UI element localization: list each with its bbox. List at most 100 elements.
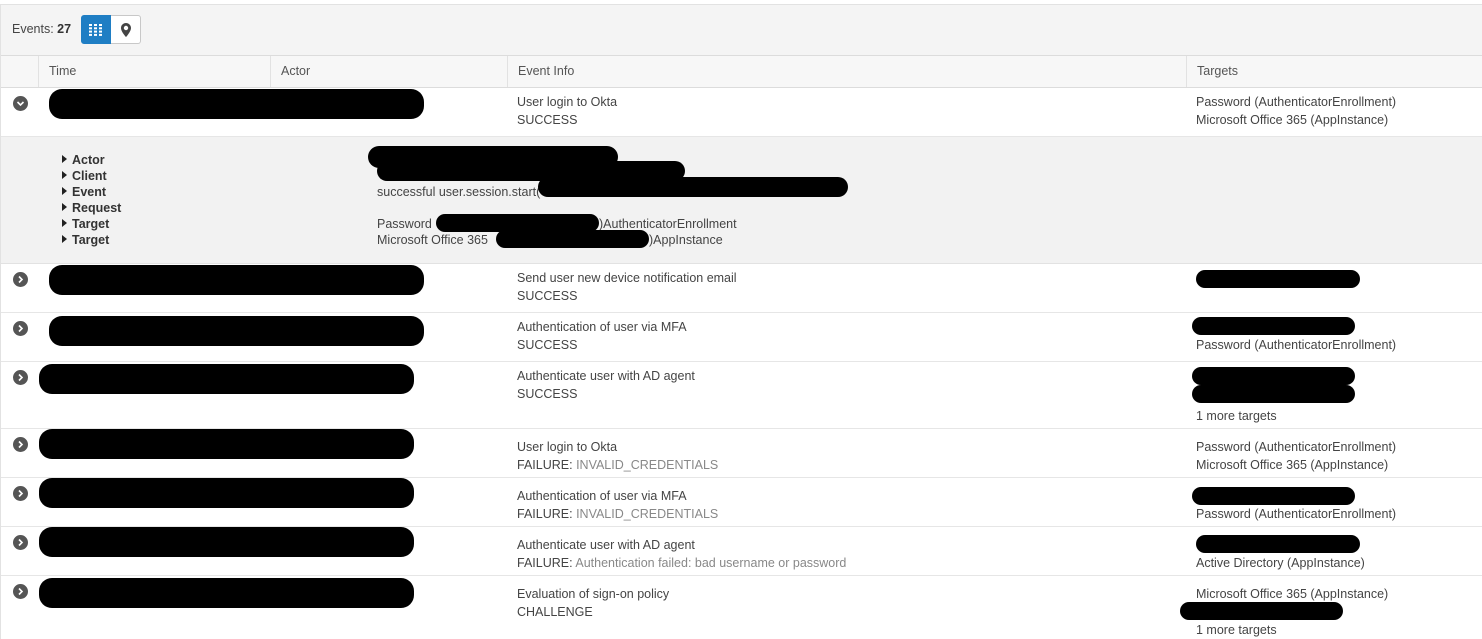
events-count-label: Events: <box>12 22 54 36</box>
event-name: User login to Okta <box>517 95 618 109</box>
caret-right-icon <box>62 171 67 179</box>
column-header-targets[interactable]: Targets <box>1186 56 1482 87</box>
event-outcome: SUCCESS <box>517 387 578 401</box>
target-item: Microsoft Office 365 (AppInstance) <box>1196 113 1389 127</box>
detail-key-label: Target <box>72 233 110 247</box>
view-toggle <box>81 15 141 44</box>
redacted-target <box>1192 487 1355 505</box>
event-outcome: CHALLENGE <box>517 605 593 619</box>
table-row[interactable]: Authenticate user with AD agent SUCCESS … <box>1 362 1482 429</box>
redacted-time-actor <box>39 578 414 608</box>
detail-key-label: Target <box>72 217 110 231</box>
table-row[interactable]: Authentication of user via MFA SUCCESS P… <box>1 313 1482 362</box>
redacted-target <box>1180 602 1343 620</box>
redacted-time-actor <box>49 265 424 295</box>
caret-right-icon <box>62 187 67 195</box>
map-pin-icon <box>120 22 131 37</box>
expand-row-button[interactable] <box>13 370 28 385</box>
more-targets-link[interactable]: 1 more targets <box>1196 407 1277 425</box>
event-reason: Authentication failed: bad username or p… <box>575 556 847 570</box>
event-status: FAILURE: <box>517 458 573 472</box>
caret-right-icon <box>62 219 67 227</box>
event-name: Authenticate user with AD agent <box>517 369 695 383</box>
target-item: Password (AuthenticatorEnrollment) <box>1196 440 1397 454</box>
map-view-button[interactable] <box>111 15 141 44</box>
target-item: Password (AuthenticatorEnrollment) <box>1196 338 1397 352</box>
expand-row-button[interactable] <box>13 486 28 501</box>
table-row[interactable]: Authentication of user via MFA FAILURE: … <box>1 478 1482 527</box>
event-name: Send user new device notification email <box>517 271 737 285</box>
grid-icon <box>89 23 102 36</box>
event-status: FAILURE: <box>517 556 573 570</box>
events-count-value: 27 <box>57 22 72 36</box>
expand-row-button[interactable] <box>13 272 28 287</box>
more-targets-link[interactable]: 1 more targets <box>1196 621 1277 639</box>
redacted-time-actor <box>39 429 414 459</box>
target-item: Password (AuthenticatorEnrollment) <box>1196 95 1397 109</box>
detail-target-1-prefix: Password <box>377 217 432 231</box>
table-row[interactable]: User login to Okta FAILURE: INVALID_CRED… <box>1 429 1482 478</box>
detail-key-label: Request <box>72 201 122 215</box>
column-header-time[interactable]: Time <box>38 56 270 87</box>
redacted-target-2-id <box>496 230 649 248</box>
redacted-event-value <box>538 177 848 197</box>
redacted-target <box>1196 270 1360 288</box>
redacted-time-actor <box>39 478 414 508</box>
event-name: Evaluation of sign-on policy <box>517 587 670 601</box>
expand-row-button[interactable] <box>13 584 28 599</box>
table-row[interactable]: Evaluation of sign-on policy CHALLENGE M… <box>1 576 1482 639</box>
detail-toggle-request[interactable]: Request <box>62 200 121 216</box>
chevron-down-icon <box>16 101 25 107</box>
event-name: User login to Okta <box>517 440 618 454</box>
redacted-time-actor <box>39 527 414 557</box>
redacted-time-actor <box>49 316 424 346</box>
column-header-actor[interactable]: Actor <box>270 56 507 87</box>
detail-toggle-actor[interactable]: Actor <box>62 152 105 168</box>
caret-right-icon <box>62 155 67 163</box>
event-detail-panel: Actor Client Event Request Target Target… <box>1 137 1482 264</box>
column-header-event-info[interactable]: Event Info <box>507 56 1186 87</box>
detail-event-value: successful user.session.start( <box>377 185 541 199</box>
events-count: Events: 27 <box>12 22 71 36</box>
event-outcome: FAILURE: Authentication failed: bad user… <box>517 554 846 572</box>
redacted-target <box>1192 367 1355 385</box>
target-item: Microsoft Office 365 (AppInstance) <box>1196 587 1389 601</box>
target-item: Active Directory (AppInstance) <box>1196 556 1365 570</box>
caret-right-icon <box>62 203 67 211</box>
grid-view-button[interactable] <box>81 15 111 44</box>
event-reason: INVALID_CREDENTIALS <box>576 507 719 521</box>
redacted-target <box>1192 385 1355 403</box>
redacted-target <box>1196 535 1360 553</box>
expand-row-button[interactable] <box>13 535 28 550</box>
event-name: Authentication of user via MFA <box>517 489 687 503</box>
event-name: Authenticate user with AD agent <box>517 538 695 552</box>
redacted-time-actor <box>39 364 414 394</box>
detail-target-2-prefix: Microsoft Office 365 <box>377 233 488 247</box>
detail-toggle-event[interactable]: Event <box>62 184 106 200</box>
event-status: FAILURE: <box>517 507 573 521</box>
event-outcome: SUCCESS <box>517 289 578 303</box>
detail-key-label: Client <box>72 169 107 183</box>
chevron-right-icon <box>18 275 24 284</box>
redacted-time-actor <box>49 89 424 119</box>
table-row[interactable]: User login to Okta SUCCESS Password (Aut… <box>1 88 1482 137</box>
expand-row-button[interactable] <box>13 321 28 336</box>
detail-toggle-target[interactable]: Target <box>62 216 109 232</box>
detail-toggle-client[interactable]: Client <box>62 168 107 184</box>
collapse-row-button[interactable] <box>13 96 28 111</box>
redacted-target <box>1192 317 1355 335</box>
system-log-panel: Events: 27 Time Actor Event Info Targets… <box>0 4 1482 639</box>
event-reason: INVALID_CREDENTIALS <box>576 458 719 472</box>
expand-row-button[interactable] <box>13 437 28 452</box>
chevron-right-icon <box>18 538 24 547</box>
detail-key-label: Actor <box>72 153 105 167</box>
target-item: Password (AuthenticatorEnrollment) <box>1196 507 1397 521</box>
detail-target-2-type: )AppInstance <box>649 233 723 247</box>
table-row[interactable]: Authenticate user with AD agent FAILURE:… <box>1 527 1482 576</box>
event-outcome: FAILURE: INVALID_CREDENTIALS <box>517 505 718 523</box>
table-row[interactable]: Send user new device notification email … <box>1 264 1482 313</box>
chevron-right-icon <box>18 587 24 596</box>
event-outcome: FAILURE: INVALID_CREDENTIALS <box>517 456 718 474</box>
detail-key-label: Event <box>72 185 107 199</box>
detail-toggle-target[interactable]: Target <box>62 232 109 248</box>
